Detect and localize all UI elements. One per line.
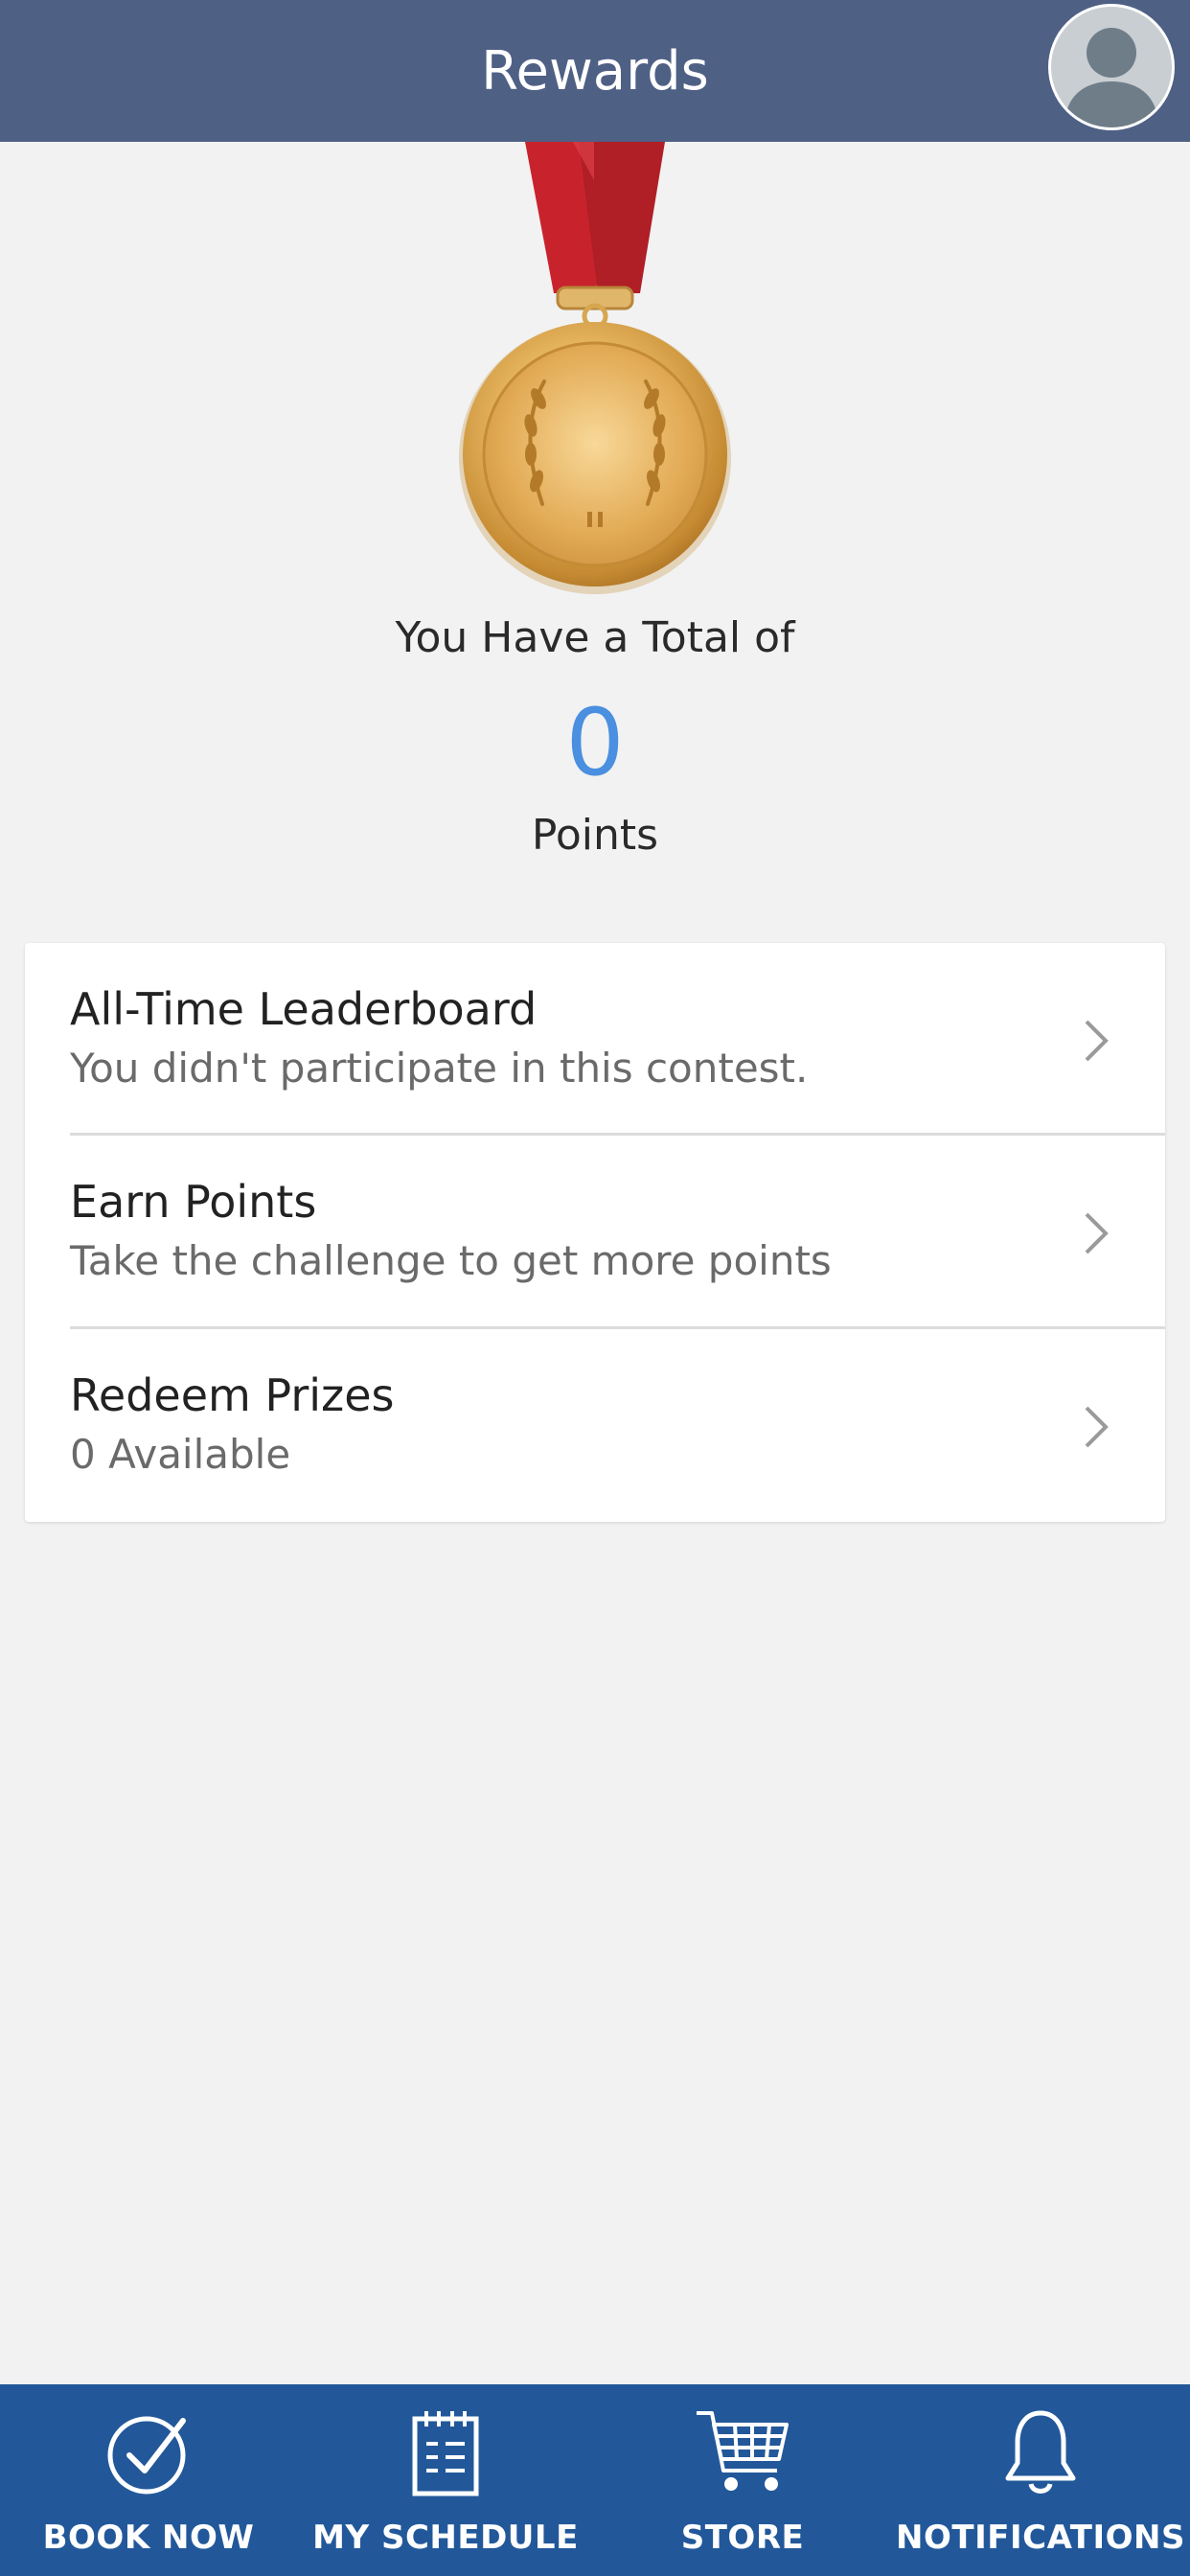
- check-circle-icon: [107, 2416, 186, 2495]
- bottom-navigation: BOOK NOW MY SCHEDULE STORE NOTIFICATIONS: [0, 2384, 1190, 2576]
- row-title: Earn Points: [70, 1176, 317, 1228]
- nav-my-schedule[interactable]: MY SCHEDULE: [297, 2384, 594, 2576]
- row-title: Redeem Prizes: [70, 1369, 395, 1421]
- leaderboard-row[interactable]: All-Time Leaderboard You didn't particip…: [25, 943, 1165, 1137]
- nav-label: MY SCHEDULE: [312, 2518, 579, 2557]
- nav-label: BOOK NOW: [42, 2518, 255, 2557]
- user-icon: [1064, 28, 1158, 127]
- chevron-right-icon: [1085, 1020, 1109, 1062]
- row-title: All-Time Leaderboard: [70, 983, 538, 1035]
- nav-label: STORE: [680, 2518, 805, 2557]
- rewards-menu-card: All-Time Leaderboard You didn't particip…: [25, 943, 1165, 1522]
- nav-notifications[interactable]: NOTIFICATIONS: [891, 2384, 1190, 2576]
- points-unit-label: Points: [531, 811, 659, 860]
- row-subtitle: You didn't participate in this contest.: [70, 1045, 809, 1092]
- nav-store[interactable]: STORE: [594, 2384, 891, 2576]
- profile-avatar-button[interactable]: [1048, 4, 1175, 130]
- nav-label: NOTIFICATIONS: [896, 2518, 1185, 2557]
- bell-icon: [1005, 2410, 1076, 2494]
- chevron-right-icon: [1085, 1406, 1109, 1448]
- points-value: 0: [565, 689, 625, 796]
- nav-book-now[interactable]: BOOK NOW: [0, 2384, 297, 2576]
- earn-points-row[interactable]: Earn Points Take the challenge to get mo…: [25, 1136, 1165, 1329]
- chevron-right-icon: [1085, 1212, 1109, 1254]
- row-subtitle: Take the challenge to get more points: [70, 1237, 832, 1284]
- page-title: Rewards: [481, 40, 709, 103]
- row-subtitle: 0 Available: [70, 1431, 291, 1478]
- redeem-prizes-row[interactable]: Redeem Prizes 0 Available: [25, 1329, 1165, 1523]
- calendar-icon: [412, 2411, 479, 2496]
- gold-medal-image: [450, 142, 740, 602]
- total-points-label: You Have a Total of: [395, 613, 795, 662]
- app-header: Rewards: [0, 0, 1190, 142]
- cart-icon: [697, 2411, 789, 2491]
